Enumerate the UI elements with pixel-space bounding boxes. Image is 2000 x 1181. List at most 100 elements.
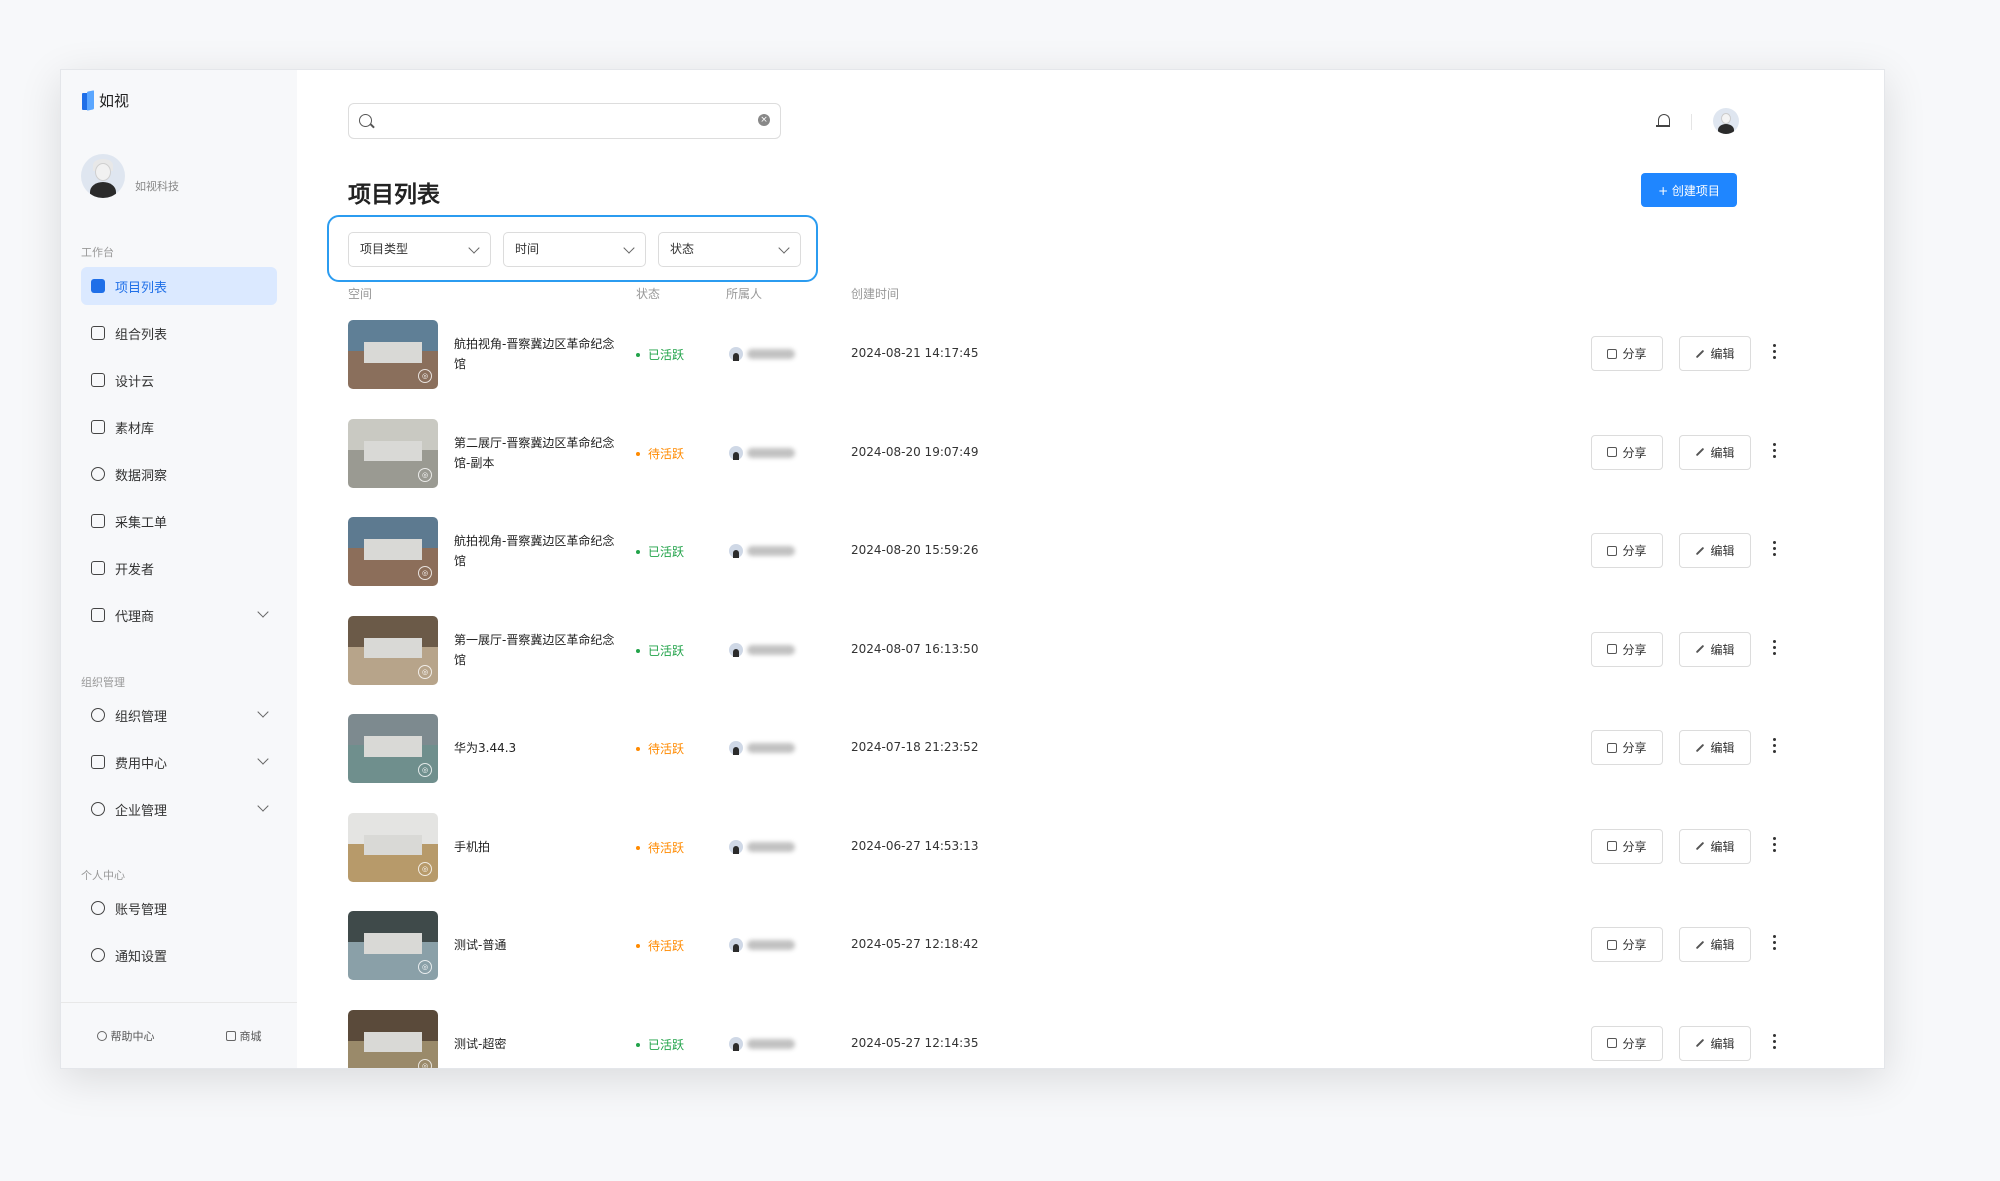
owner-name-redacted	[747, 743, 795, 753]
project-thumbnail[interactable]: ◎	[348, 812, 438, 882]
section-label-org: 组织管理	[81, 676, 125, 689]
project-thumbnail[interactable]: ◎	[348, 418, 438, 488]
app-logo[interactable]: 如视	[82, 90, 129, 111]
table-row[interactable]: ◎ 测试-普通 待活跃 2024-05-27 12:18:42 分享 编辑	[348, 911, 1776, 981]
filter-project-type[interactable]: 项目类型	[348, 232, 491, 267]
table-row[interactable]: ◎ 第二展厅-晋察冀边区革命纪念馆-副本 待活跃 2024-08-20 19:0…	[348, 418, 1776, 489]
status-badge: 已活跃	[636, 543, 684, 560]
edit-button[interactable]: 编辑	[1679, 533, 1751, 568]
share-button[interactable]: 分享	[1591, 927, 1663, 962]
sidebar-item-agents[interactable]: 代理商	[81, 596, 277, 634]
notification-bell-icon[interactable]	[1655, 112, 1673, 130]
sidebar-item-org-management[interactable]: 组织管理	[81, 696, 277, 734]
avatar[interactable]	[81, 154, 125, 198]
more-options-icon[interactable]	[1772, 1033, 1778, 1054]
create-project-button[interactable]: + 创建项目	[1641, 173, 1737, 207]
sidebar-item-account[interactable]: 账号管理	[81, 889, 277, 927]
project-thumbnail[interactable]: ◎	[348, 911, 438, 980]
table-row[interactable]: ◎ 第一展厅-晋察冀边区革命纪念馆 已活跃 2024-08-07 16:13:5…	[348, 615, 1776, 686]
sidebar-item-developer[interactable]: 开发者	[81, 549, 277, 587]
document-icon	[91, 514, 105, 528]
logo-icon	[82, 91, 94, 111]
project-name[interactable]: 第二展厅-晋察冀边区革命纪念馆-副本	[454, 433, 619, 473]
created-time: 2024-08-20 19:07:49	[851, 444, 979, 459]
edit-button[interactable]: 编辑	[1679, 631, 1751, 667]
share-icon	[1607, 644, 1618, 654]
project-name[interactable]: 测试-超密	[454, 1034, 619, 1054]
sidebar-item-work-orders[interactable]: 采集工单	[81, 502, 277, 540]
project-name[interactable]: 航拍视角-晋察冀边区革命纪念馆	[454, 334, 619, 374]
table-row[interactable]: ◎ 手机拍 待活跃 2024-06-27 14:53:13 分享 编辑	[348, 812, 1776, 883]
project-name[interactable]: 手机拍	[454, 837, 619, 857]
owner-name-redacted	[747, 546, 795, 556]
more-options-icon[interactable]	[1772, 639, 1778, 660]
vr-badge-icon: ◎	[418, 861, 432, 876]
sidebar-item-assets[interactable]: 素材库	[81, 408, 277, 446]
user-avatar[interactable]	[1713, 108, 1739, 134]
share-button[interactable]: 分享	[1591, 730, 1663, 765]
sidebar-item-label: 组织管理	[115, 709, 168, 725]
project-name[interactable]: 华为3.44.3	[454, 738, 619, 758]
sidebar-item-insights[interactable]: 数据洞察	[81, 455, 277, 493]
sidebar-item-combos[interactable]: 组合列表	[81, 314, 277, 352]
table-row[interactable]: ◎ 测试-超密 已活跃 2024-05-27 12:14:35 分享 编辑	[348, 1009, 1776, 1068]
vr-badge-icon: ◎	[418, 467, 432, 482]
more-options-icon[interactable]	[1772, 935, 1778, 955]
edit-button[interactable]: 编辑	[1679, 1025, 1751, 1061]
more-options-icon[interactable]	[1772, 541, 1778, 561]
created-time: 2024-07-18 21:23:52	[851, 740, 979, 754]
project-thumbnail[interactable]: ◎	[348, 320, 438, 389]
sidebar-item-notifications[interactable]: 通知设置	[81, 936, 277, 974]
project-name[interactable]: 第一展厅-晋察冀边区革命纪念馆	[454, 630, 619, 670]
sidebar-item-enterprise[interactable]: 企业管理	[81, 790, 277, 828]
shop-link[interactable]: 商城	[225, 1028, 262, 1044]
owner-avatar	[729, 741, 743, 755]
more-options-icon[interactable]	[1772, 738, 1778, 758]
user-icon	[91, 901, 105, 915]
sidebar-item-billing[interactable]: 费用中心	[81, 743, 277, 781]
filter-status[interactable]: 状态	[658, 232, 801, 267]
search-box[interactable]: ×	[348, 103, 781, 139]
project-thumbnail[interactable]: ◎	[348, 1009, 438, 1068]
more-options-icon[interactable]	[1772, 442, 1778, 463]
more-options-icon[interactable]	[1772, 344, 1778, 364]
search-input[interactable]	[383, 110, 743, 132]
help-center-link[interactable]: 帮助中心	[96, 1028, 155, 1044]
project-thumbnail[interactable]: ◎	[348, 517, 438, 586]
share-button[interactable]: 分享	[1591, 336, 1663, 371]
status-badge: 待活跃	[636, 937, 684, 954]
table-row[interactable]: ◎ 航拍视角-晋察冀边区革命纪念馆 已活跃 2024-08-20 15:59:2…	[348, 517, 1776, 587]
sidebar-item-design-cloud[interactable]: 设计云	[81, 361, 277, 399]
edit-button[interactable]: 编辑	[1679, 336, 1751, 371]
clear-icon[interactable]: ×	[758, 114, 770, 126]
edit-button[interactable]: 编辑	[1679, 828, 1751, 864]
project-name[interactable]: 测试-普通	[454, 935, 619, 955]
edit-label: 编辑	[1710, 544, 1735, 558]
more-options-icon[interactable]	[1772, 836, 1778, 857]
project-thumbnail[interactable]: ◎	[348, 714, 438, 783]
share-button[interactable]: 分享	[1591, 631, 1663, 667]
user-profile[interactable]: 如视科技	[81, 154, 179, 198]
section-label-workspace: 工作台	[81, 246, 114, 259]
status-badge: 已活跃	[636, 1036, 684, 1053]
share-button[interactable]: 分享	[1591, 828, 1663, 864]
sidebar-item-projects[interactable]: VR 项目列表	[81, 267, 277, 305]
edit-button[interactable]: 编辑	[1679, 730, 1751, 765]
share-button[interactable]: 分享	[1591, 434, 1663, 470]
divider	[1691, 114, 1692, 130]
edit-button[interactable]: 编辑	[1679, 927, 1751, 962]
project-thumbnail[interactable]: ◎	[348, 615, 438, 685]
bell-icon	[91, 948, 105, 962]
filter-label: 状态	[670, 242, 695, 256]
project-name[interactable]: 航拍视角-晋察冀边区革命纪念馆	[454, 531, 619, 571]
section-label-personal: 个人中心	[81, 869, 125, 882]
column-header-space: 空间	[348, 287, 373, 301]
table-row[interactable]: ◎ 华为3.44.3 待活跃 2024-07-18 21:23:52 分享 编辑	[348, 714, 1776, 784]
share-button[interactable]: 分享	[1591, 533, 1663, 568]
table-row[interactable]: ◎ 航拍视角-晋察冀边区革命纪念馆 已活跃 2024-08-21 14:17:4…	[348, 320, 1776, 390]
vr-icon: VR	[91, 279, 105, 293]
edit-button[interactable]: 编辑	[1679, 434, 1751, 470]
share-button[interactable]: 分享	[1591, 1025, 1663, 1061]
filter-time[interactable]: 时间	[503, 232, 646, 267]
share-icon	[1607, 939, 1618, 950]
